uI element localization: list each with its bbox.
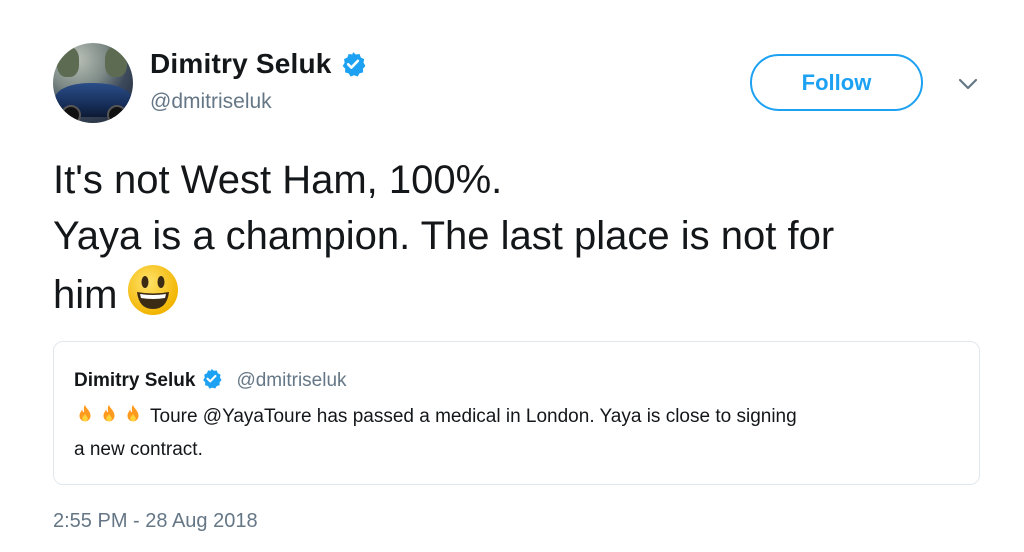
quoted-tweet-header: Dimitry Seluk @dmitriseluk bbox=[74, 368, 347, 394]
tweet-timestamp[interactable]: 2:55 PM - 28 Aug 2018 bbox=[53, 510, 258, 533]
fire-icon bbox=[79, 404, 91, 422]
author-handle[interactable]: @dmitriseluk bbox=[150, 90, 272, 114]
fire-icon bbox=[127, 404, 139, 422]
avatar-wheel-shape bbox=[107, 105, 127, 123]
fire-icon bbox=[103, 404, 115, 422]
quoted-author-name: Dimitry Seluk bbox=[74, 370, 196, 391]
follow-button[interactable]: Follow bbox=[750, 54, 923, 111]
quoted-author-handle: @dmitriseluk bbox=[236, 370, 347, 391]
quoted-tweet-text-line: Toure @YayaToure has passed a medical in… bbox=[150, 406, 797, 427]
avatar[interactable] bbox=[53, 43, 133, 123]
fire-emoji-group bbox=[74, 403, 144, 425]
verified-badge-icon bbox=[201, 368, 222, 394]
avatar-tree-shape bbox=[105, 47, 127, 77]
tweet-text-line: Yaya is a champion. The last place is no… bbox=[53, 214, 835, 258]
chevron-down-icon[interactable] bbox=[957, 76, 979, 92]
quoted-tweet[interactable]: Dimitry Seluk @dmitriseluk Toure @YayaTo… bbox=[53, 341, 980, 485]
quoted-tweet-text: Toure @YayaToure has passed a medical in… bbox=[74, 400, 964, 466]
smiling-face-icon bbox=[127, 264, 179, 331]
avatar-tree-shape bbox=[57, 47, 79, 77]
tweet-text-line: him bbox=[53, 273, 118, 317]
tweet-text-line: It's not West Ham, 100%. bbox=[53, 158, 503, 202]
avatar-wheel-shape bbox=[61, 105, 81, 123]
quoted-tweet-text-line: a new contract. bbox=[74, 439, 203, 460]
tweet-text-line-last: him bbox=[53, 264, 973, 331]
author-name-row[interactable]: Dimitry Seluk bbox=[150, 48, 366, 80]
verified-badge-icon bbox=[340, 51, 366, 77]
author-display-name[interactable]: Dimitry Seluk bbox=[150, 48, 332, 80]
tweet-text: It's not West Ham, 100%. Yaya is a champ… bbox=[53, 152, 973, 331]
